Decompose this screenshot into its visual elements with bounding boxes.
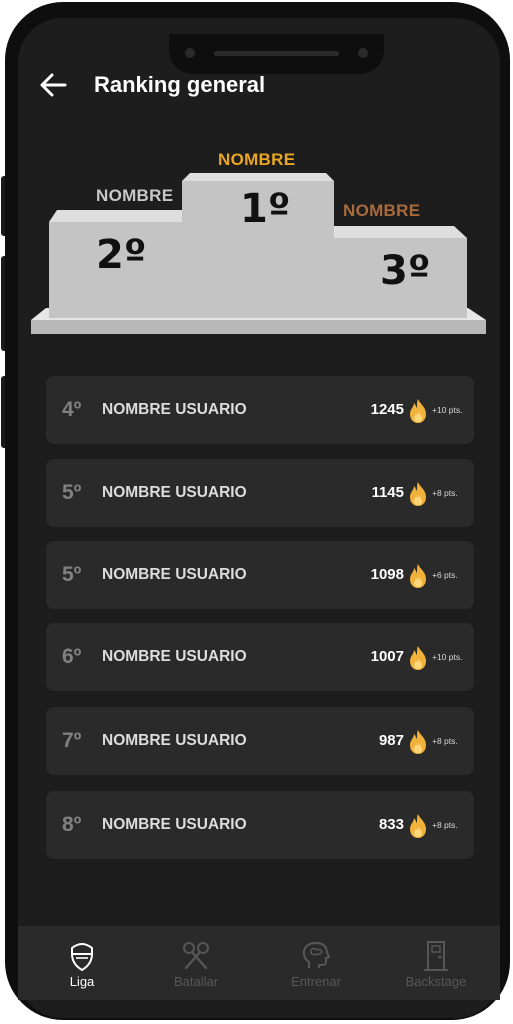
row-score: 833 [378,816,404,833]
tab-label: Backstage [405,974,467,989]
row-score: 1098 [370,566,404,583]
row-username: NOMBRE USUARIO [102,401,247,418]
tab-batallar[interactable]: Batallar [136,926,256,1000]
tab-backstage[interactable]: Backstage [376,926,496,1000]
flame-icon [410,814,426,838]
row-points-delta: +10 pts. [432,405,463,415]
flame-icon [410,482,426,506]
sensor [358,48,368,58]
ranking-row[interactable]: 5º NOMBRE USUARIO 1098 +6 pts. [46,541,474,609]
podium-third-rank: 3º [380,248,431,294]
podium-second-name: NOMBRE [96,186,174,205]
row-points-delta: +8 pts. [432,820,458,830]
ranking-row[interactable]: 8º NOMBRE USUARIO 833 +8 pts. [46,791,474,859]
flame-icon [410,399,426,423]
row-points-delta: +6 pts. [432,570,458,580]
row-score: 987 [378,732,404,749]
row-rank: 8º [62,813,82,836]
door-icon [424,941,448,971]
tab-label: Entrenar [291,974,341,989]
row-username: NOMBRE USUARIO [102,648,247,665]
row-rank: 6º [62,645,82,668]
tab-label: Liga [69,974,95,989]
tab-entrenar[interactable]: Entrenar [256,926,376,1000]
tab-liga[interactable]: Liga [22,926,142,1000]
podium-first-name: NOMBRE [218,150,296,169]
tab-label: Batallar [173,974,219,989]
brain-head-icon [302,941,331,968]
row-username: NOMBRE USUARIO [102,816,247,833]
row-rank: 5º [62,481,82,504]
row-points-delta: +8 pts. [432,488,458,498]
podium-first-rank: 1º [240,186,291,232]
shield-icon [71,943,93,972]
bottom-tab-bar: Liga Batallar Entrenar Backstage [18,926,500,1000]
row-score: 1245 [370,401,404,418]
row-username: NOMBRE USUARIO [102,484,247,501]
flame-icon [410,564,426,588]
crossed-microphones-icon [183,942,209,970]
front-camera [185,48,195,58]
notch [169,34,384,74]
row-rank: 7º [62,729,82,752]
row-points-delta: +8 pts. [432,736,458,746]
ranking-row[interactable]: 4º NOMBRE USUARIO 1245 +10 pts. [46,376,474,444]
row-points-delta: +10 pts. [432,652,463,662]
podium-third-name: NOMBRE [343,201,421,220]
flame-icon [410,730,426,754]
ranking-row[interactable]: 5º NOMBRE USUARIO 1145 +8 pts. [46,459,474,527]
podium-second-rank: 2º [96,232,147,278]
row-username: NOMBRE USUARIO [102,732,247,749]
row-rank: 5º [62,563,82,586]
earpiece-speaker [214,51,339,56]
row-username: NOMBRE USUARIO [102,566,247,583]
flame-icon [410,646,426,670]
row-score: 1007 [370,648,404,665]
row-rank: 4º [62,398,82,421]
ranking-row[interactable]: 6º NOMBRE USUARIO 1007 +10 pts. [46,623,474,691]
row-score: 1145 [371,484,404,501]
ranking-row[interactable]: 7º NOMBRE USUARIO 987 +8 pts. [46,707,474,775]
